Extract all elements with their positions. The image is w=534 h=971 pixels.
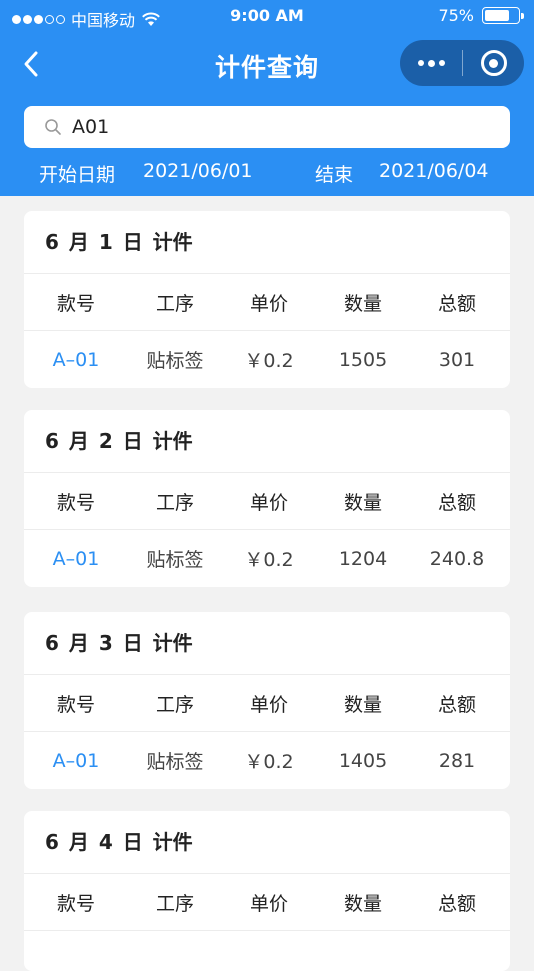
cell-total: 240.8 (429, 547, 485, 570)
column-header-process: 工序 (155, 693, 194, 716)
table-header: 款号 工序 单价 数量 总额 (24, 473, 510, 530)
column-header-style-no: 款号 (56, 491, 95, 514)
end-date-picker[interactable]: 2021/06/04 (379, 160, 489, 182)
battery-status: 75% (438, 6, 524, 25)
cell-style-no[interactable]: A–01 (24, 548, 128, 570)
table-header: 款号 工序 单价 数量 总额 (24, 874, 510, 931)
card-title: 6 月 1 日 计件 (24, 211, 510, 274)
battery-percent: 75% (438, 6, 474, 25)
cell-total: 301 (438, 348, 476, 371)
app-header: 中国移动 9:00 AM 75% 计件查询 A01 开始日期 2021/06/0… (0, 0, 534, 196)
target-circle-icon (480, 50, 507, 76)
more-dot-icon (438, 60, 445, 66)
table-row: A–01 贴标签 ￥0.2 1204 240.8 (24, 530, 510, 587)
date-range: 开始日期 2021/06/01 结束 2021/06/04 (0, 160, 534, 188)
cell-total: 281 (438, 749, 476, 772)
status-bar: 中国移动 9:00 AM 75% (0, 0, 534, 34)
column-header-total: 总额 (437, 491, 476, 514)
table-header: 款号 工序 单价 数量 总额 (24, 274, 510, 331)
cell-style-no[interactable]: A–01 (24, 349, 128, 371)
column-header-unit-price: 单价 (249, 693, 288, 716)
column-header-unit-price: 单价 (249, 292, 288, 315)
start-date-label: 开始日期 (39, 164, 116, 186)
column-header-quantity: 数量 (343, 292, 382, 315)
column-header-process: 工序 (155, 292, 194, 315)
search-value: A01 (72, 116, 110, 138)
cell-style-no[interactable]: A–01 (24, 750, 128, 772)
more-dot-icon (427, 59, 435, 67)
mini-program-capsule (400, 40, 524, 86)
column-header-unit-price: 单价 (249, 892, 288, 915)
card-title: 6 月 3 日 计件 (24, 612, 510, 675)
battery-fill (485, 10, 509, 21)
column-header-style-no: 款号 (56, 292, 95, 315)
cell-quantity: 1405 (338, 749, 388, 772)
column-header-quantity: 数量 (343, 491, 382, 514)
column-header-quantity: 数量 (343, 693, 382, 716)
cell-quantity: 1505 (338, 348, 388, 371)
daily-record-card: 6 月 3 日 计件款号 工序 单价 数量 总额 A–01 贴标签 ￥0.2 1405 281 (24, 612, 510, 789)
cell-process: 贴标签 (146, 751, 204, 773)
close-mini-program-button[interactable] (463, 40, 524, 86)
column-header-total: 总额 (437, 292, 476, 315)
cell-quantity: 1204 (338, 547, 388, 570)
column-header-process: 工序 (155, 491, 194, 514)
daily-record-card: 6 月 4 日 计件款号 工序 单价 数量 总额 (24, 811, 510, 971)
end-date-label: 结束 (315, 164, 354, 186)
table-header: 款号 工序 单价 数量 总额 (24, 675, 510, 732)
column-header-quantity: 数量 (343, 892, 382, 915)
cell-unit-price: ￥0.2 (244, 350, 294, 372)
cell-unit-price: ￥0.2 (244, 549, 294, 571)
card-title: 6 月 2 日 计件 (24, 410, 510, 473)
column-header-unit-price: 单价 (249, 491, 288, 514)
column-header-process: 工序 (155, 892, 194, 915)
cell-process: 贴标签 (146, 549, 204, 571)
more-button[interactable] (400, 40, 462, 86)
nav-bar: 计件查询 (0, 34, 534, 94)
card-title: 6 月 4 日 计件 (24, 811, 510, 874)
table-row: A–01 贴标签 ￥0.2 1505 301 (24, 331, 510, 388)
column-header-style-no: 款号 (56, 693, 95, 716)
cell-unit-price: ￥0.2 (244, 751, 294, 773)
column-header-style-no: 款号 (56, 892, 95, 915)
table-row: A–01 贴标签 ￥0.2 1405 281 (24, 732, 510, 789)
daily-record-card: 6 月 2 日 计件款号 工序 单价 数量 总额 A–01 贴标签 ￥0.2 1204 240.8 (24, 410, 510, 587)
start-date-picker[interactable]: 2021/06/01 (143, 160, 253, 182)
battery-icon (482, 7, 524, 24)
daily-record-card: 6 月 1 日 计件款号 工序 单价 数量 总额 A–01 贴标签 ￥0.2 1505 301 (24, 211, 510, 388)
cell-process: 贴标签 (146, 350, 204, 372)
column-header-total: 总额 (437, 892, 476, 915)
search-icon (45, 119, 61, 135)
column-header-total: 总额 (437, 693, 476, 716)
search-input[interactable]: A01 (24, 106, 510, 148)
more-dot-icon (417, 60, 424, 66)
